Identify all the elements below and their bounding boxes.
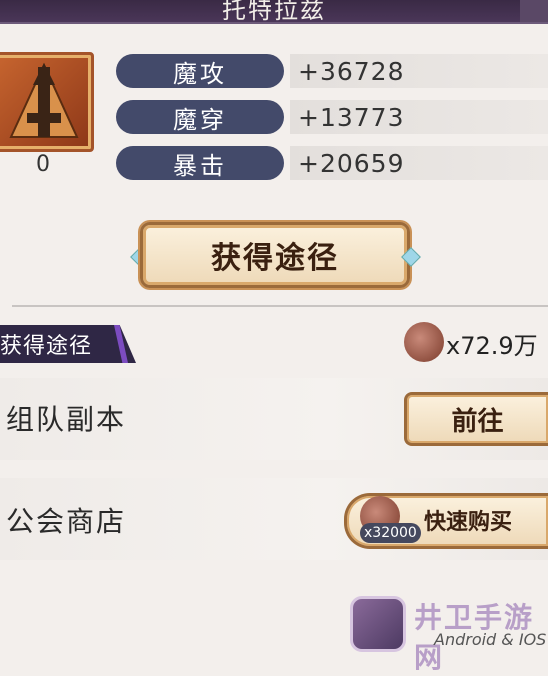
stat-value-magic-penetration: +13773 [298,102,405,132]
stat-value-critical: +20659 [298,148,405,178]
section-title: 获得途径 [0,334,93,359]
section-accent [114,325,128,363]
stat-label-magic-penetration: 魔穿 [116,100,284,134]
item-weapon-icon [0,52,94,152]
currency-coin-icon [404,322,444,362]
currency-amount: x72.9万 [446,332,538,360]
stat-label-critical: 暴击 [116,146,284,180]
item-count: 0 [36,152,50,177]
obtain-method-button[interactable]: 获得途径 [140,222,410,288]
watermark-platform: Android & IOS [434,630,547,649]
close-corner-icon[interactable] [520,0,548,22]
stat-label-magic-attack: 魔攻 [116,54,284,88]
go-button[interactable]: 前往 [404,392,548,446]
divider [12,305,548,307]
quick-buy-label: 快速购买 [424,509,513,535]
source-label-team-dungeon: 组队副本 [6,403,127,436]
item-name: 托特拉兹 [222,0,326,24]
stat-value-magic-attack: +36728 [298,56,405,86]
section-header: 获得途径 [0,325,136,363]
top-header: 托特拉兹 [0,0,548,24]
buy-cost: x32000 [360,523,421,543]
source-label-guild-shop: 公会商店 [6,505,127,538]
watermark-logo [350,596,406,652]
